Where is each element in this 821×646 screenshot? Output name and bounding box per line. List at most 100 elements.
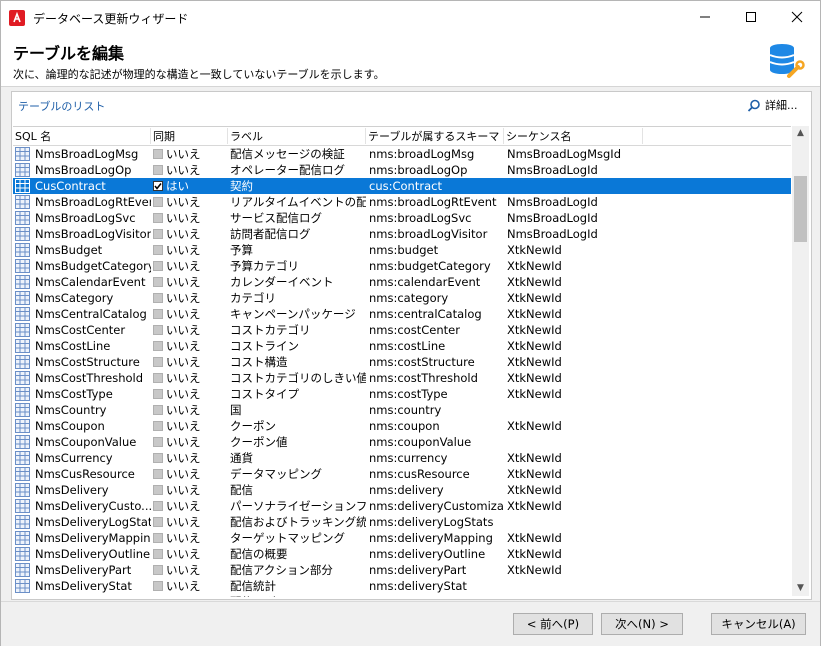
maximize-button[interactable] (728, 1, 774, 33)
cell-label: 通貨 (230, 451, 253, 465)
table-icon (15, 371, 30, 385)
wizard-footer: < 前へ(P) 次へ(N) > キャンセル(A) (1, 601, 820, 646)
cell-sql-name: NmsCostThreshold (35, 371, 144, 385)
table-row[interactable]: NmsCostLine いいえ コストライン nms:costLine XtkNewId (13, 338, 791, 354)
column-header-schema[interactable]: テーブルが属するスキーマ (366, 128, 504, 144)
table-row[interactable]: NmsBroadLogMsg いいえ 配信メッセージの検証 nms:broadLogM… (13, 146, 791, 162)
cell-label: 配信ログ (230, 594, 366, 597)
sync-checkbox[interactable] (153, 261, 163, 271)
table-row[interactable]: CusContract はい 契約 cus:Contract (13, 178, 791, 194)
table-row[interactable]: NmsDeliveryCusto... いいえ パーソナライゼーションフィールnms… (13, 498, 791, 514)
table-row[interactable]: NmsDeliveryOutline いいえ 配信の概要 nms:deliveryOu… (13, 546, 791, 562)
table-row[interactable]: NmsCoupon いいえ クーポン nms:coupon XtkNewId (13, 418, 791, 434)
table-icon (15, 323, 30, 337)
cell-sequence: XtkNewId (507, 355, 562, 369)
table-row[interactable]: 配信ログ (13, 594, 791, 597)
close-button[interactable] (774, 1, 820, 33)
sync-checkbox[interactable] (153, 389, 163, 399)
sync-checkbox[interactable] (153, 501, 163, 511)
table-row[interactable]: NmsDeliveryMapping いいえ ターゲットマッピング nms:deliv… (13, 530, 791, 546)
cell-schema: nms:broadLogMsg (369, 147, 475, 161)
sync-checkbox[interactable] (153, 453, 163, 463)
sync-checkbox[interactable] (153, 341, 163, 351)
sync-checkbox[interactable] (153, 421, 163, 431)
cell-sync: いいえ (166, 195, 201, 209)
table-row[interactable]: NmsDelivery いいえ 配信 nms:delivery XtkNewId (13, 482, 791, 498)
table-row[interactable]: NmsCostStructure いいえ コスト構造 nms:costStructur… (13, 354, 791, 370)
column-header-sequence[interactable]: シーケンス名 (504, 128, 643, 144)
column-header-label[interactable]: ラベル (228, 128, 366, 144)
cell-sql-name: NmsBroadLogSvc (35, 211, 136, 225)
sync-checkbox[interactable] (153, 469, 163, 479)
column-header-sql-name[interactable]: SQL 名 (13, 128, 151, 144)
scrollbar-thumb[interactable] (794, 176, 807, 242)
table-row[interactable]: NmsCategory いいえ カテゴリ nms:category XtkNewId (13, 290, 791, 306)
table-row[interactable]: NmsBroadLogOp いいえ オペレーター配信ログ nms:broadLogOp… (13, 162, 791, 178)
sync-checkbox[interactable] (153, 357, 163, 367)
scroll-up-icon[interactable]: ▲ (796, 129, 805, 138)
sync-checkbox[interactable] (153, 325, 163, 335)
sync-checkbox[interactable] (153, 245, 163, 255)
sync-checkbox[interactable] (153, 293, 163, 303)
cell-schema: nms:costType (369, 387, 448, 401)
table-icon (15, 355, 30, 369)
cell-label: クーポン (230, 419, 276, 433)
sync-checkbox[interactable] (153, 213, 163, 223)
next-button[interactable]: 次へ(N) > (601, 613, 683, 635)
table-row[interactable]: NmsBroadLogSvc いいえ サービス配信ログ nms:broadLogSvc… (13, 210, 791, 226)
sync-checkbox[interactable] (153, 517, 163, 527)
prev-button[interactable]: < 前へ(P) (513, 613, 593, 635)
sync-checkbox[interactable] (153, 549, 163, 559)
sync-checkbox[interactable] (153, 485, 163, 495)
minimize-button[interactable] (682, 1, 728, 33)
wizard-header: テーブルを編集 次に、論理的な記述が物理的な構造と一致していないテーブルを示しま… (1, 33, 820, 87)
sync-checkbox[interactable] (153, 581, 163, 591)
table-row[interactable]: NmsDeliveryLogStats いいえ 配信およびトラッキング統計 nms:d… (13, 514, 791, 530)
sync-checkbox[interactable] (153, 533, 163, 543)
sync-checkbox[interactable] (153, 565, 163, 575)
cell-sql-name: NmsDeliveryLogStats (35, 515, 151, 529)
table-row[interactable]: NmsCalendarEvent いいえ カレンダーイベント nms:calendar… (13, 274, 791, 290)
table-row[interactable]: NmsCostType いいえ コストタイプ nms:costType XtkNewId (13, 386, 791, 402)
table-row[interactable]: NmsCostCenter いいえ コストカテゴリ nms:costCenter Xtk… (13, 322, 791, 338)
grid-rows: NmsBroadLogMsg いいえ 配信メッセージの検証 nms:broadLogM… (13, 146, 791, 597)
sync-checkbox[interactable] (153, 437, 163, 447)
sync-checkbox[interactable] (153, 277, 163, 287)
table-row[interactable]: NmsBroadLogRtEvent いいえ リアルタイムイベントの配... nms:… (13, 194, 791, 210)
sync-checkbox[interactable] (153, 197, 163, 207)
table-row[interactable]: NmsCouponValue いいえ クーポン値 nms:couponValue (13, 434, 791, 450)
sync-checkbox[interactable] (153, 309, 163, 319)
cell-sync: いいえ (166, 291, 201, 305)
table-icon (15, 483, 30, 497)
table-row[interactable]: NmsDeliveryPart いいえ 配信アクション部分 nms:deliveryP… (13, 562, 791, 578)
sync-checkbox[interactable] (153, 373, 163, 383)
cell-label: 訪問者配信ログ (230, 227, 311, 241)
sync-checkbox[interactable] (153, 149, 163, 159)
vertical-scrollbar[interactable]: ▲ ▼ (792, 126, 809, 596)
cell-sql-name: NmsCostCenter (35, 323, 126, 337)
cell-sequence: XtkNewId (507, 323, 562, 337)
table-row[interactable]: NmsCusResource いいえ データマッピング nms:cusResource… (13, 466, 791, 482)
cell-sql-name: CusContract (35, 179, 106, 193)
table-row[interactable]: NmsBroadLogVisitor いいえ 訪問者配信ログ nms:broadLog… (13, 226, 791, 242)
table-row[interactable]: NmsCurrency いいえ 通貨 nms:currency XtkNewId (13, 450, 791, 466)
sync-checkbox[interactable] (153, 229, 163, 239)
cancel-button[interactable]: キャンセル(A) (711, 613, 806, 635)
cell-sql-name: NmsBroadLogRtEvent (35, 195, 151, 209)
cell-schema: nms:country (369, 403, 442, 417)
table-row[interactable]: NmsDeliveryStat いいえ 配信統計 nms:deliveryStat (13, 578, 791, 594)
table-row[interactable]: NmsBudget いいえ 予算 nms:budget XtkNewId (13, 242, 791, 258)
column-header-sync[interactable]: 同期 (151, 128, 228, 144)
table-row[interactable]: NmsBudgetCategory いいえ 予算カテゴリ nms:budgetCate… (13, 258, 791, 274)
sync-checkbox[interactable] (153, 181, 163, 191)
close-icon (791, 11, 803, 23)
cell-label: サービス配信ログ (230, 211, 322, 225)
sync-checkbox[interactable] (153, 405, 163, 415)
cell-sql-name: NmsBroadLogVisitor (35, 227, 151, 241)
sync-checkbox[interactable] (153, 165, 163, 175)
table-row[interactable]: NmsCostThreshold いいえ コストカテゴリのしきい値 nms:costT… (13, 370, 791, 386)
table-row[interactable]: NmsCountry いいえ 国 nms:country (13, 402, 791, 418)
table-row[interactable]: NmsCentralCatalog いいえ キャンペーンパッケージ nms:centr… (13, 306, 791, 322)
scroll-down-icon[interactable]: ▼ (796, 584, 805, 593)
cell-schema: nms:cusResource (369, 467, 470, 481)
